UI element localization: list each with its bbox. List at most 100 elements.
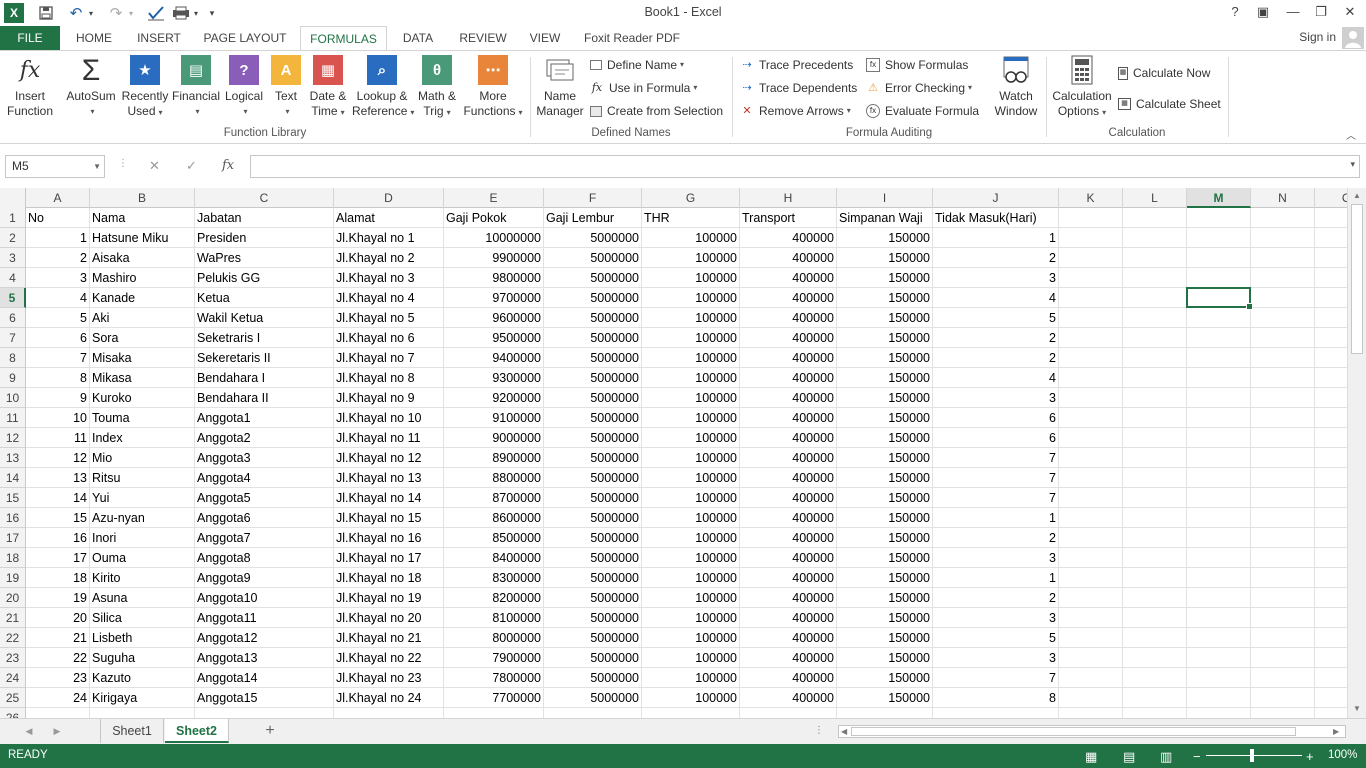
- cell[interactable]: [1251, 248, 1315, 268]
- cell[interactable]: 100000: [642, 548, 740, 568]
- cell[interactable]: 150000: [837, 668, 933, 688]
- cell[interactable]: 8000000: [444, 628, 544, 648]
- cell[interactable]: [1251, 588, 1315, 608]
- cell[interactable]: 8: [933, 688, 1059, 708]
- cell[interactable]: [1251, 208, 1315, 228]
- cell[interactable]: WaPres: [195, 248, 334, 268]
- cell[interactable]: Yui: [90, 488, 195, 508]
- column-title-cell[interactable]: Simpanan Waji: [837, 208, 933, 228]
- cell[interactable]: 4: [26, 288, 90, 308]
- name-box[interactable]: M5 ▼: [5, 155, 105, 178]
- cell[interactable]: 7800000: [444, 668, 544, 688]
- cell[interactable]: 150000: [837, 288, 933, 308]
- cell[interactable]: Kanade: [90, 288, 195, 308]
- formula-input[interactable]: ▾: [250, 155, 1360, 178]
- cell[interactable]: Jl.Khayal no 5: [334, 308, 444, 328]
- row-header-25[interactable]: 25: [0, 688, 26, 708]
- cell[interactable]: [1315, 368, 1347, 388]
- cell[interactable]: [1187, 388, 1251, 408]
- cell[interactable]: [1315, 568, 1347, 588]
- cell[interactable]: [1187, 548, 1251, 568]
- cell[interactable]: [1059, 528, 1123, 548]
- cell[interactable]: 5000000: [544, 428, 642, 448]
- cell[interactable]: [1123, 428, 1187, 448]
- logical-button[interactable]: ? Logical ▾: [222, 55, 266, 119]
- horizontal-scroll-thumb[interactable]: [851, 727, 1296, 736]
- page-layout-view-icon[interactable]: ▤: [1123, 749, 1135, 765]
- column-title-cell[interactable]: Alamat: [334, 208, 444, 228]
- cell[interactable]: [1315, 608, 1347, 628]
- tab-data[interactable]: DATA: [393, 26, 443, 50]
- cell[interactable]: Jl.Khayal no 9: [334, 388, 444, 408]
- cell[interactable]: 2: [933, 348, 1059, 368]
- cell[interactable]: 150000: [837, 588, 933, 608]
- cell[interactable]: Anggota10: [195, 588, 334, 608]
- cell[interactable]: 8400000: [444, 548, 544, 568]
- cell[interactable]: [1251, 448, 1315, 468]
- cell[interactable]: 8600000: [444, 508, 544, 528]
- cell[interactable]: [1123, 708, 1187, 718]
- cell[interactable]: Jl.Khayal no 12: [334, 448, 444, 468]
- cell[interactable]: 100000: [642, 228, 740, 248]
- cell[interactable]: Mikasa: [90, 368, 195, 388]
- cell[interactable]: 100000: [642, 648, 740, 668]
- cell[interactable]: [1187, 648, 1251, 668]
- sign-in-link[interactable]: Sign in: [1299, 30, 1336, 44]
- cell[interactable]: 100000: [642, 528, 740, 548]
- column-header-l[interactable]: L: [1123, 188, 1187, 208]
- cell[interactable]: 150000: [837, 488, 933, 508]
- cell[interactable]: [1059, 328, 1123, 348]
- cell[interactable]: 19: [26, 588, 90, 608]
- cell[interactable]: Anggota12: [195, 628, 334, 648]
- cell[interactable]: Jl.Khayal no 18: [334, 568, 444, 588]
- cell[interactable]: [1123, 328, 1187, 348]
- cell[interactable]: 9: [26, 388, 90, 408]
- cell[interactable]: [1251, 668, 1315, 688]
- insert-function-icon[interactable]: fx: [222, 158, 234, 173]
- cell[interactable]: 150000: [837, 608, 933, 628]
- cell[interactable]: [1187, 688, 1251, 708]
- cell[interactable]: [1251, 568, 1315, 588]
- cell[interactable]: [1059, 628, 1123, 648]
- scroll-left-icon[interactable]: ◀: [841, 727, 847, 736]
- cell[interactable]: 5000000: [544, 588, 642, 608]
- cell[interactable]: Anggota11: [195, 608, 334, 628]
- row-header-18[interactable]: 18: [0, 548, 26, 568]
- tab-foxit-reader-pdf[interactable]: Foxit Reader PDF: [580, 26, 684, 50]
- cell[interactable]: [1059, 268, 1123, 288]
- cell[interactable]: Sora: [90, 328, 195, 348]
- row-header-4[interactable]: 4: [0, 268, 26, 288]
- worksheet-grid[interactable]: ABCDEFGHIJKLMNO 1 No Nama Jabatan Alamat Gaji…: [0, 188, 1347, 718]
- cell[interactable]: 18: [26, 568, 90, 588]
- cell[interactable]: 7700000: [444, 688, 544, 708]
- cell[interactable]: [1251, 268, 1315, 288]
- lookup-reference-button[interactable]: ⌕ Lookup & Reference ▾: [352, 55, 414, 120]
- cell[interactable]: [1123, 628, 1187, 648]
- insert-function-button[interactable]: fx Insert Function: [4, 55, 56, 119]
- cell[interactable]: Anggota4: [195, 468, 334, 488]
- row-header-26[interactable]: 26: [0, 708, 26, 718]
- cell[interactable]: [1251, 548, 1315, 568]
- expand-formula-bar-icon[interactable]: ▾: [1350, 159, 1355, 170]
- row-header-5[interactable]: 5: [0, 288, 26, 308]
- cell[interactable]: Jl.Khayal no 3: [334, 268, 444, 288]
- cell[interactable]: [1059, 608, 1123, 628]
- cell[interactable]: [1123, 268, 1187, 288]
- cell[interactable]: 2: [26, 248, 90, 268]
- cell[interactable]: 5000000: [544, 608, 642, 628]
- cell[interactable]: 6: [933, 428, 1059, 448]
- cell[interactable]: 5000000: [544, 668, 642, 688]
- cell[interactable]: [1251, 488, 1315, 508]
- cell[interactable]: 100000: [642, 668, 740, 688]
- cell[interactable]: 5000000: [544, 388, 642, 408]
- cell[interactable]: 400000: [740, 228, 837, 248]
- column-header-j[interactable]: J: [933, 188, 1059, 208]
- cell[interactable]: [1187, 308, 1251, 328]
- cell[interactable]: [90, 708, 195, 718]
- cell[interactable]: [1187, 268, 1251, 288]
- row-header-17[interactable]: 17: [0, 528, 26, 548]
- cell[interactable]: 5000000: [544, 648, 642, 668]
- cell[interactable]: 400000: [740, 428, 837, 448]
- cell[interactable]: Anggota14: [195, 668, 334, 688]
- cell[interactable]: [1187, 328, 1251, 348]
